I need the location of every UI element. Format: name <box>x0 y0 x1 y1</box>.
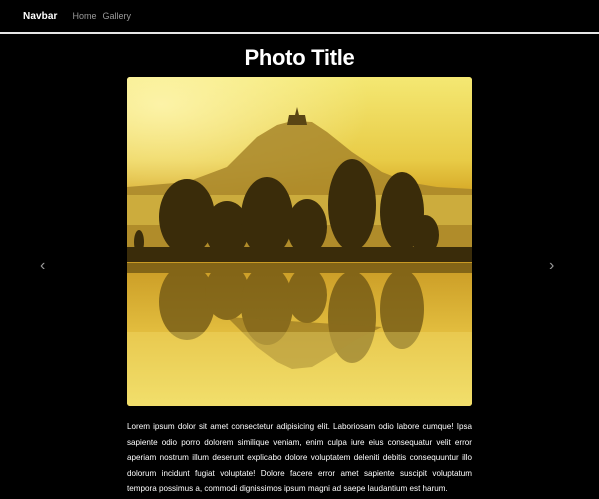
carousel-prev-button[interactable]: ‹ <box>40 256 45 276</box>
photo-caption: Lorem ipsum dolor sit amet consectetur a… <box>127 422 472 494</box>
navbar: Navbar Home Gallery <box>0 0 599 34</box>
chevron-left-icon: ‹ <box>40 257 46 274</box>
chevron-right-icon: › <box>549 257 555 274</box>
nav-links: Home Gallery <box>73 11 138 21</box>
photo-title: Photo Title <box>244 45 355 70</box>
carousel-next-button[interactable]: › <box>549 256 554 276</box>
navbar-brand[interactable]: Navbar <box>23 11 58 22</box>
photo-image <box>127 77 472 406</box>
nav-link-gallery[interactable]: Gallery <box>103 11 132 21</box>
nav-link-home[interactable]: Home <box>73 11 97 21</box>
